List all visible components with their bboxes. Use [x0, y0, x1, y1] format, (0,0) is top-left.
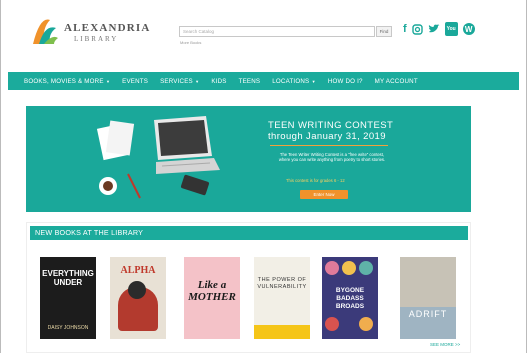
nav-item-how-do-i[interactable]: HOW DO I? — [328, 78, 363, 85]
main-nav: BOOKS, MOVIES & MORE ▼ EVENTS SERVICES ▼ KI… — [8, 72, 519, 90]
book-cover-like-a-mother[interactable]: Like a MOTHER — [184, 257, 240, 339]
logo-name: ALEXANDRIA — [64, 22, 151, 34]
facebook-icon[interactable]: f — [403, 22, 407, 36]
book-author: DAISY JOHNSON — [47, 325, 89, 331]
see-more-link[interactable]: SEE MORE >> — [430, 342, 460, 347]
logo-mark-icon — [33, 19, 58, 44]
nav-item-my-account[interactable]: MY ACCOUNT — [375, 78, 418, 85]
nav-item-services[interactable]: SERVICES ▼ — [160, 78, 199, 85]
nav-item-teens[interactable]: TEENS — [239, 78, 261, 85]
nav-item-label: KIDS — [211, 77, 227, 85]
search-input[interactable]: Search Catalog — [179, 26, 375, 37]
hero-banner[interactable] — [26, 106, 471, 212]
hero-divider — [270, 145, 388, 146]
youtube-icon[interactable]: You — [444, 22, 458, 36]
nav-item-label: MY ACCOUNT — [374, 77, 418, 85]
hero-description: The Teen Writer Writing Contest is a "fr… — [278, 152, 386, 163]
caret-down-icon: ▼ — [193, 78, 200, 84]
cover-portrait — [325, 261, 339, 275]
cover-photo — [400, 257, 456, 307]
cover-portrait — [325, 317, 339, 331]
book-title: Like a MOTHER — [188, 279, 236, 303]
new-books-heading: NEW BOOKS AT THE LIBRARY — [30, 226, 468, 240]
book-title: ADRIFT — [408, 309, 448, 319]
book-cover-alpha[interactable]: ALPHA — [110, 257, 166, 339]
book-title: BYGONE BADASS BROADS — [335, 287, 365, 310]
nav-item-label: SERVICES — [160, 77, 193, 85]
library-logo[interactable]: ALEXANDRIA LIBRARY — [30, 14, 149, 54]
cover-head — [128, 281, 146, 299]
cover-portrait — [342, 261, 356, 275]
more-books-link[interactable]: More Books — [180, 40, 201, 45]
nav-item-label: TEENS — [238, 77, 261, 85]
nav-item-label: EVENTS — [122, 77, 149, 85]
book-cover-adrift[interactable]: ADRIFT — [400, 257, 456, 339]
find-button[interactable]: Find — [376, 26, 392, 37]
book-cover-bygone-badass-broads[interactable]: BYGONE BADASS BROADS — [322, 257, 378, 339]
nav-item-events[interactable]: EVENTS — [122, 78, 148, 85]
book-cover-power-of-vulnerability[interactable]: THE POWER OF VULNERABILITY — [254, 257, 310, 339]
social-links: f You W — [403, 22, 475, 36]
nav-item-books-movies-more[interactable]: BOOKS, MOVIES & MORE ▼ — [24, 78, 110, 85]
book-title: EVERYTHING UNDER — [42, 269, 94, 287]
book-title: THE POWER OF VULNERABILITY — [257, 277, 307, 290]
nav-item-label: BOOKS, MOVIES & MORE — [24, 77, 104, 85]
cover-band — [254, 325, 310, 339]
book-cover-everything-under[interactable]: EVERYTHING UNDER DAISY JOHNSON — [40, 257, 96, 339]
cover-portrait — [359, 317, 373, 331]
hero-grades: This contest is for grades 6 - 12 — [286, 178, 345, 183]
desk-illustration — [96, 116, 220, 199]
wordpress-icon[interactable]: W — [462, 23, 475, 35]
nav-item-label: HOW DO I? — [327, 77, 363, 85]
enter-now-button[interactable]: Enter Now — [300, 190, 348, 199]
nav-item-locations[interactable]: LOCATIONS ▼ — [272, 78, 316, 85]
twitter-icon[interactable] — [428, 22, 440, 36]
instagram-icon[interactable] — [411, 22, 423, 36]
cover-portrait — [359, 261, 373, 275]
nav-item-label: LOCATIONS — [272, 77, 310, 85]
hero-title-line2: through January 31, 2019 — [268, 131, 386, 142]
logo-subtitle: LIBRARY — [74, 35, 119, 43]
hero-title-line1: TEEN WRITING CONTEST — [268, 120, 394, 131]
book-title: ALPHA — [120, 265, 156, 276]
hero-title: TEEN WRITING CONTEST through January 31,… — [268, 120, 393, 142]
caret-down-icon: ▼ — [310, 78, 316, 84]
caret-down-icon: ▼ — [104, 78, 111, 84]
nav-item-kids[interactable]: KIDS — [211, 78, 226, 85]
